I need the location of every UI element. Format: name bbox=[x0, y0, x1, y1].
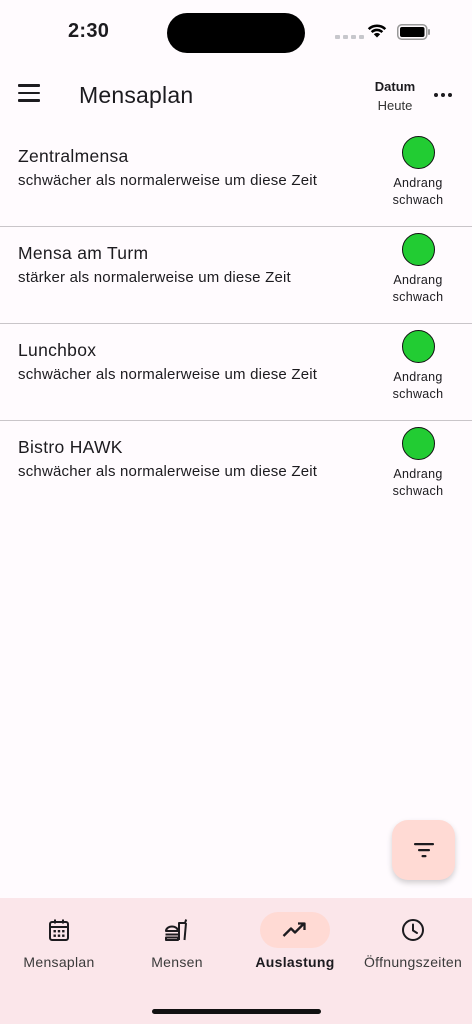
crowd-status-label: Andrang schwach bbox=[392, 467, 444, 498]
page-title: Mensaplan bbox=[79, 82, 194, 108]
crowd-status-label: Andrang schwach bbox=[392, 273, 444, 304]
nav-item-mensaplan[interactable]: Mensaplan bbox=[0, 912, 118, 970]
date-selector[interactable]: Datum Heute bbox=[364, 79, 426, 113]
filter-button[interactable] bbox=[392, 820, 455, 880]
crowd-status-indicator bbox=[402, 427, 435, 460]
cellular-signal-icon bbox=[335, 35, 364, 39]
crowd-status-label: Andrang schwach bbox=[392, 176, 444, 207]
date-label: Datum bbox=[374, 79, 416, 94]
more-options-icon[interactable] bbox=[434, 93, 452, 97]
menu-button[interactable] bbox=[18, 84, 44, 106]
nav-label: Auslastung bbox=[255, 954, 335, 970]
dynamic-island bbox=[167, 13, 305, 53]
canteen-name: Mensa am Turm bbox=[18, 243, 149, 263]
nav-item-oeffnungszeiten[interactable]: Öffnungszeiten bbox=[354, 912, 472, 970]
app-bar: Mensaplan Datum Heute bbox=[0, 62, 472, 130]
filter-icon bbox=[413, 843, 434, 858]
trending-up-icon bbox=[282, 922, 306, 937]
canteen-list: Zentralmensa schwächer als normalerweise… bbox=[0, 130, 472, 518]
status-bar: 2:30 bbox=[0, 0, 472, 62]
canteen-description: schwächer als normalerweise um diese Zei… bbox=[18, 463, 318, 480]
canteen-description: stärker als normalerweise um diese Zeit bbox=[18, 269, 291, 286]
canteen-name: Lunchbox bbox=[18, 340, 97, 360]
nav-item-mensen[interactable]: Mensen bbox=[118, 912, 236, 970]
list-item[interactable]: Zentralmensa schwächer als normalerweise… bbox=[0, 130, 472, 227]
nav-label: Öffnungszeiten bbox=[363, 954, 463, 970]
battery-icon bbox=[397, 24, 430, 40]
bottom-navigation: Mensaplan Mensen Auslastung Öffnungszeit… bbox=[0, 898, 472, 1024]
canteen-description: schwächer als normalerweise um diese Zei… bbox=[18, 366, 318, 383]
status-time: 2:30 bbox=[68, 20, 110, 42]
menu-icon bbox=[18, 84, 40, 87]
list-item[interactable]: Mensa am Turm stärker als normalerweise … bbox=[0, 227, 472, 324]
canteen-name: Zentralmensa bbox=[18, 146, 129, 166]
crowd-status-label: Andrang schwach bbox=[392, 370, 444, 401]
calendar-icon bbox=[49, 919, 69, 941]
nav-item-auslastung[interactable]: Auslastung bbox=[236, 912, 354, 970]
crowd-status-indicator bbox=[402, 330, 435, 363]
clock-icon bbox=[402, 919, 424, 941]
crowd-status-indicator bbox=[402, 136, 435, 169]
list-item[interactable]: Lunchbox schwächer als normalerweise um … bbox=[0, 324, 472, 421]
nav-label: Mensen bbox=[151, 954, 203, 970]
canteen-name: Bistro HAWK bbox=[18, 437, 123, 457]
canteen-description: schwächer als normalerweise um diese Zei… bbox=[18, 172, 318, 189]
nav-label: Mensaplan bbox=[23, 954, 95, 970]
wifi-icon bbox=[367, 24, 387, 38]
date-value: Heute bbox=[377, 98, 413, 113]
crowd-status-indicator bbox=[402, 233, 435, 266]
restaurant-icon bbox=[165, 919, 188, 941]
home-indicator bbox=[152, 1009, 321, 1014]
list-item[interactable]: Bistro HAWK schwächer als normalerweise … bbox=[0, 421, 472, 518]
